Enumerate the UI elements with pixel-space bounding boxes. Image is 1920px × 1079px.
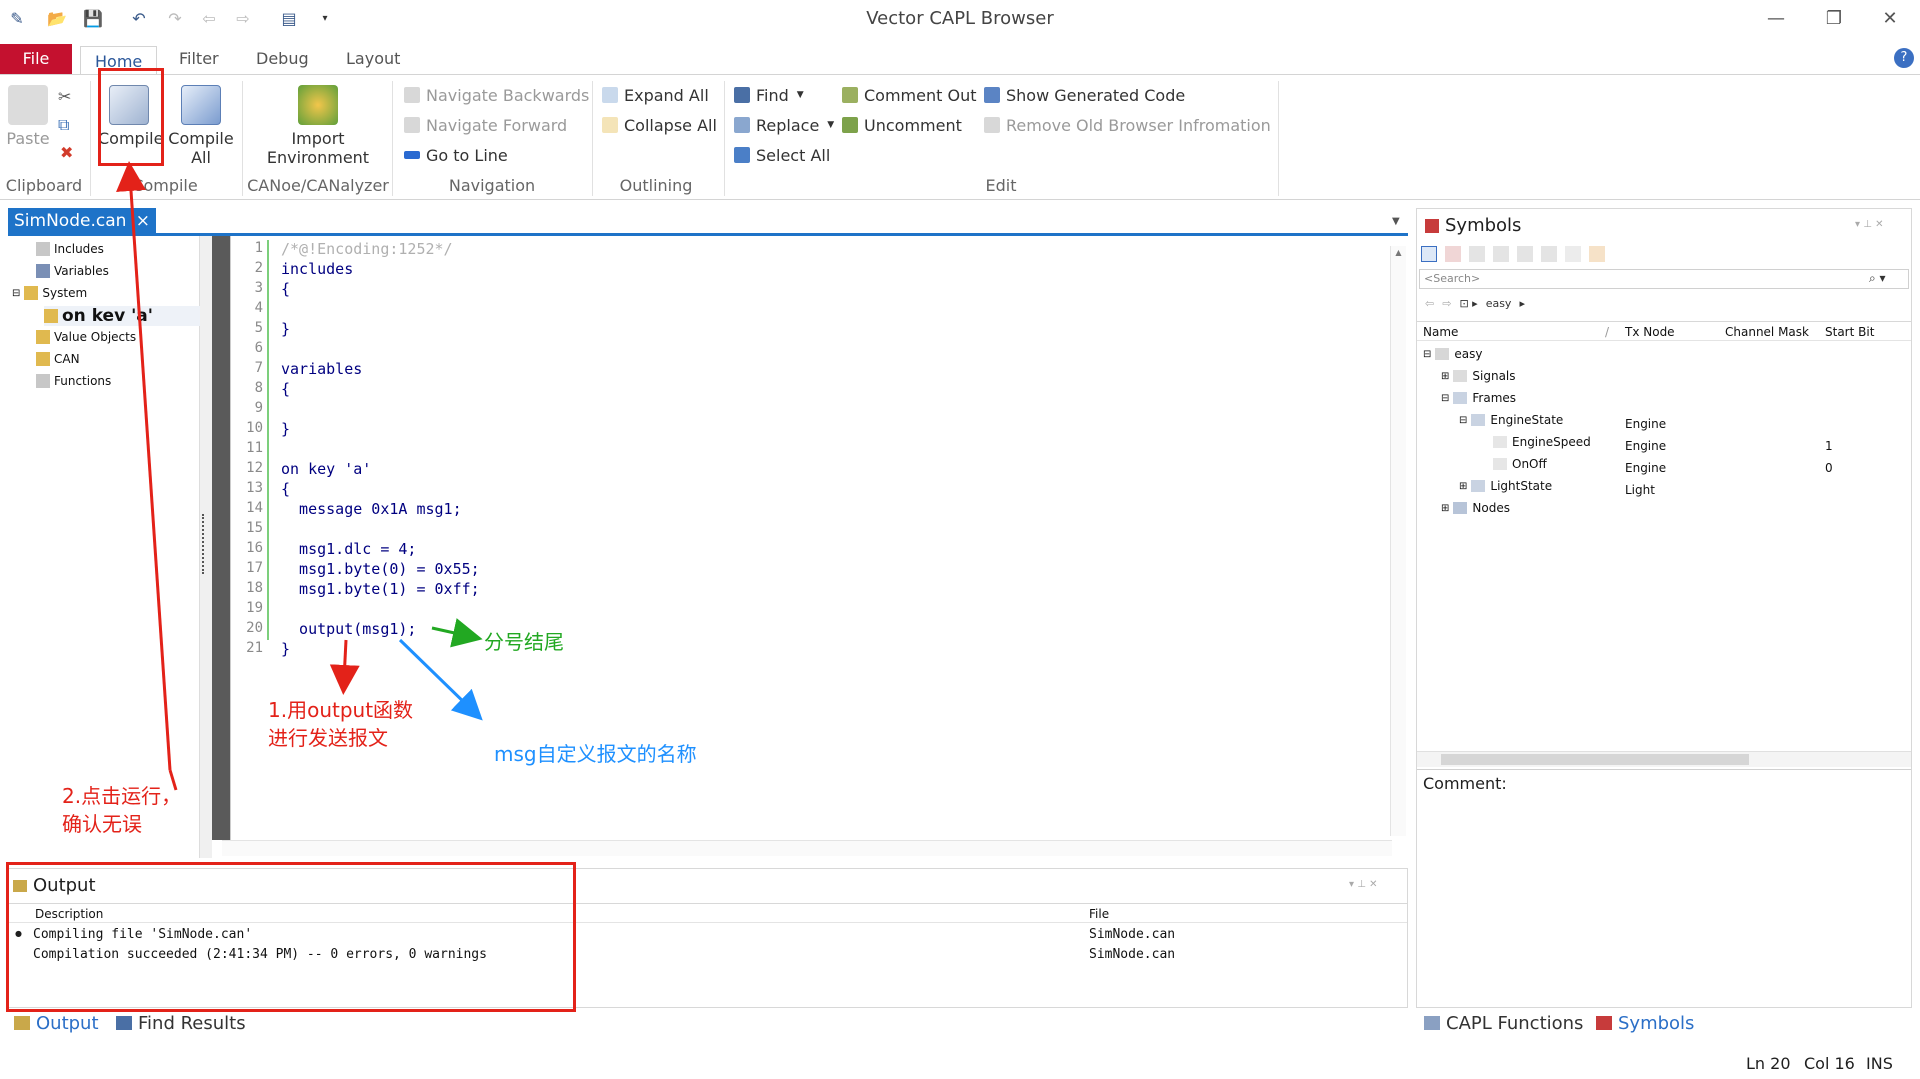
annotation-arrows [116,161,483,791]
annotation-semicolon: 分号结尾 [484,630,564,654]
annotation-click-run-1: 2.点击运行， [62,784,182,808]
annotation-msg-name: msg自定义报文的名称 [494,742,697,766]
annotation-output-fn-2: 进行发送报文 [268,726,388,750]
annotation-output-fn-1: 1.用output函数 [268,698,414,722]
semicolon-arrow [431,618,483,648]
annotation-click-run-2: 确认无误 [62,812,142,836]
output-fn-arrow [329,639,360,695]
run-arrow [116,161,172,771]
